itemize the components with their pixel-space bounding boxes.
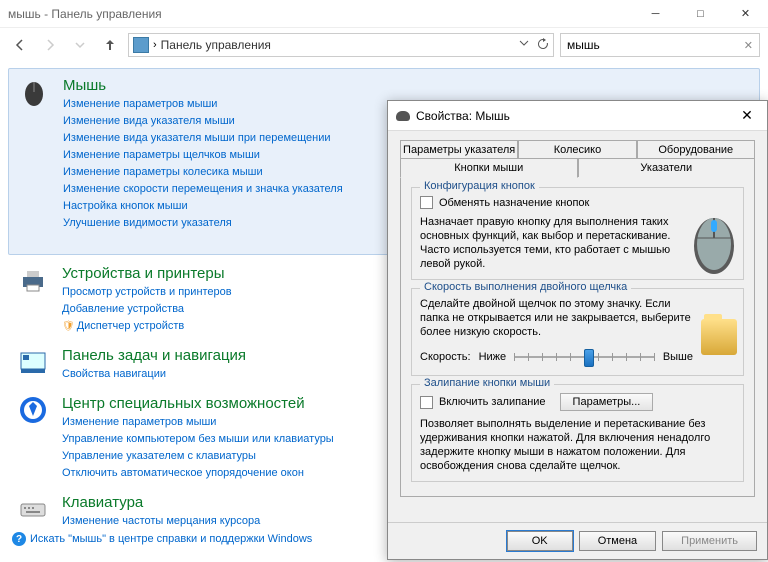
tab-wheel[interactable]: Колесико bbox=[518, 140, 636, 159]
clear-search-icon[interactable]: ✕ bbox=[744, 39, 753, 52]
breadcrumb-dropdown-icon[interactable] bbox=[519, 38, 529, 53]
up-button[interactable] bbox=[98, 33, 122, 57]
devices-link-1[interactable]: Добавление устройства bbox=[62, 301, 232, 318]
help-link[interactable]: ? Искать "мышь" в центре справки и подде… bbox=[12, 532, 312, 546]
keyboard-icon bbox=[18, 494, 48, 524]
section-title-taskbar[interactable]: Панель задач и навигация bbox=[62, 347, 246, 364]
dialog-close-button[interactable]: ✕ bbox=[735, 104, 759, 128]
section-title-mouse[interactable]: Мышь bbox=[63, 77, 343, 94]
taskbar-link-0[interactable]: Свойства навигации bbox=[62, 366, 246, 383]
devices-link-2[interactable]: Диспетчер устройств bbox=[62, 318, 232, 335]
section-title-keyboard[interactable]: Клавиатура bbox=[62, 494, 260, 511]
printer-icon bbox=[18, 265, 48, 295]
mouse-link-2[interactable]: Изменение вида указателя мыши при переме… bbox=[63, 130, 343, 147]
swap-buttons-label: Обменять назначение кнопок bbox=[439, 197, 589, 209]
mouse-link-4[interactable]: Изменение параметры колесика мыши bbox=[63, 164, 343, 181]
maximize-button[interactable]: □ bbox=[678, 0, 723, 28]
clicklock-params-button[interactable]: Параметры... bbox=[560, 393, 654, 411]
ok-button[interactable]: OK bbox=[507, 531, 573, 551]
mouse-link-5[interactable]: Изменение скорости перемещения и значка … bbox=[63, 181, 343, 198]
tab-pointer-options[interactable]: Параметры указателя bbox=[400, 140, 518, 159]
minimize-button[interactable]: ─ bbox=[633, 0, 678, 28]
window-title: мышь - Панель управления bbox=[8, 7, 633, 21]
group-dblclick-title: Скорость выполнения двойного щелчка bbox=[420, 281, 631, 293]
mouse-link-6[interactable]: Настройка кнопок мыши bbox=[63, 198, 343, 215]
close-button[interactable]: ✕ bbox=[723, 0, 768, 28]
section-title-devices[interactable]: Устройства и принтеры bbox=[62, 265, 232, 282]
tab-hardware[interactable]: Оборудование bbox=[637, 140, 755, 159]
devices-link-0[interactable]: Просмотр устройств и принтеров bbox=[62, 284, 232, 301]
forward-button[interactable] bbox=[38, 33, 62, 57]
breadcrumb-sep: › bbox=[153, 39, 157, 51]
accessibility-icon bbox=[18, 395, 48, 425]
group-button-config-title: Конфигурация кнопок bbox=[420, 180, 539, 192]
access-link-3[interactable]: Отключить автоматическое упорядочение ок… bbox=[62, 465, 334, 482]
dialog-mouse-icon bbox=[396, 111, 410, 121]
access-link-0[interactable]: Изменение параметров мыши bbox=[62, 414, 334, 431]
search-input[interactable] bbox=[567, 38, 740, 52]
swap-buttons-desc: Назначает правую кнопку для выполнения т… bbox=[420, 215, 685, 271]
access-link-1[interactable]: Управление компьютером без мыши или клав… bbox=[62, 431, 334, 448]
apply-button[interactable]: Применить bbox=[662, 531, 757, 551]
dialog-title: Свойства: Мышь bbox=[416, 109, 735, 123]
breadcrumb-text: Панель управления bbox=[161, 38, 271, 52]
speed-label: Скорость: bbox=[420, 351, 471, 363]
keyboard-link-0[interactable]: Изменение частоты мерцания курсора bbox=[62, 513, 260, 530]
mouse-image bbox=[691, 206, 737, 276]
mouse-icon bbox=[19, 77, 49, 107]
control-panel-icon bbox=[133, 37, 149, 53]
swap-buttons-checkbox[interactable] bbox=[420, 196, 433, 209]
back-button[interactable] bbox=[8, 33, 32, 57]
folder-test-icon[interactable] bbox=[701, 319, 737, 355]
help-icon: ? bbox=[12, 532, 26, 546]
mouse-link-7[interactable]: Улучшение видимости указателя bbox=[63, 215, 343, 232]
mouse-properties-dialog: Свойства: Мышь ✕ Параметры указателя Кол… bbox=[387, 100, 768, 560]
clicklock-desc: Позволяет выполнять выделение и перетаск… bbox=[420, 417, 735, 473]
speed-high-label: Выше bbox=[663, 351, 693, 363]
recent-dropdown[interactable] bbox=[68, 33, 92, 57]
mouse-link-0[interactable]: Изменение параметров мыши bbox=[63, 96, 343, 113]
access-link-2[interactable]: Управление указателем с клавиатуры bbox=[62, 448, 334, 465]
search-box[interactable]: ✕ bbox=[560, 33, 760, 57]
dblclick-desc: Сделайте двойной щелчок по этому значку.… bbox=[420, 297, 693, 339]
clicklock-label: Включить залипание bbox=[439, 396, 546, 408]
mouse-link-3[interactable]: Изменение параметры щелчков мыши bbox=[63, 147, 343, 164]
taskbar-icon bbox=[18, 347, 48, 377]
tab-pointers[interactable]: Указатели bbox=[578, 158, 756, 177]
section-title-access[interactable]: Центр специальных возможностей bbox=[62, 395, 334, 412]
refresh-icon[interactable] bbox=[537, 38, 549, 53]
mouse-link-1[interactable]: Изменение вида указателя мыши bbox=[63, 113, 343, 130]
tab-buttons[interactable]: Кнопки мыши bbox=[400, 158, 578, 178]
group-clicklock-title: Залипание кнопки мыши bbox=[420, 377, 554, 389]
clicklock-checkbox[interactable] bbox=[420, 396, 433, 409]
speed-low-label: Ниже bbox=[479, 351, 507, 363]
dblclick-speed-slider[interactable] bbox=[514, 347, 655, 367]
cancel-button[interactable]: Отмена bbox=[579, 531, 656, 551]
breadcrumb[interactable]: › Панель управления bbox=[128, 33, 554, 57]
